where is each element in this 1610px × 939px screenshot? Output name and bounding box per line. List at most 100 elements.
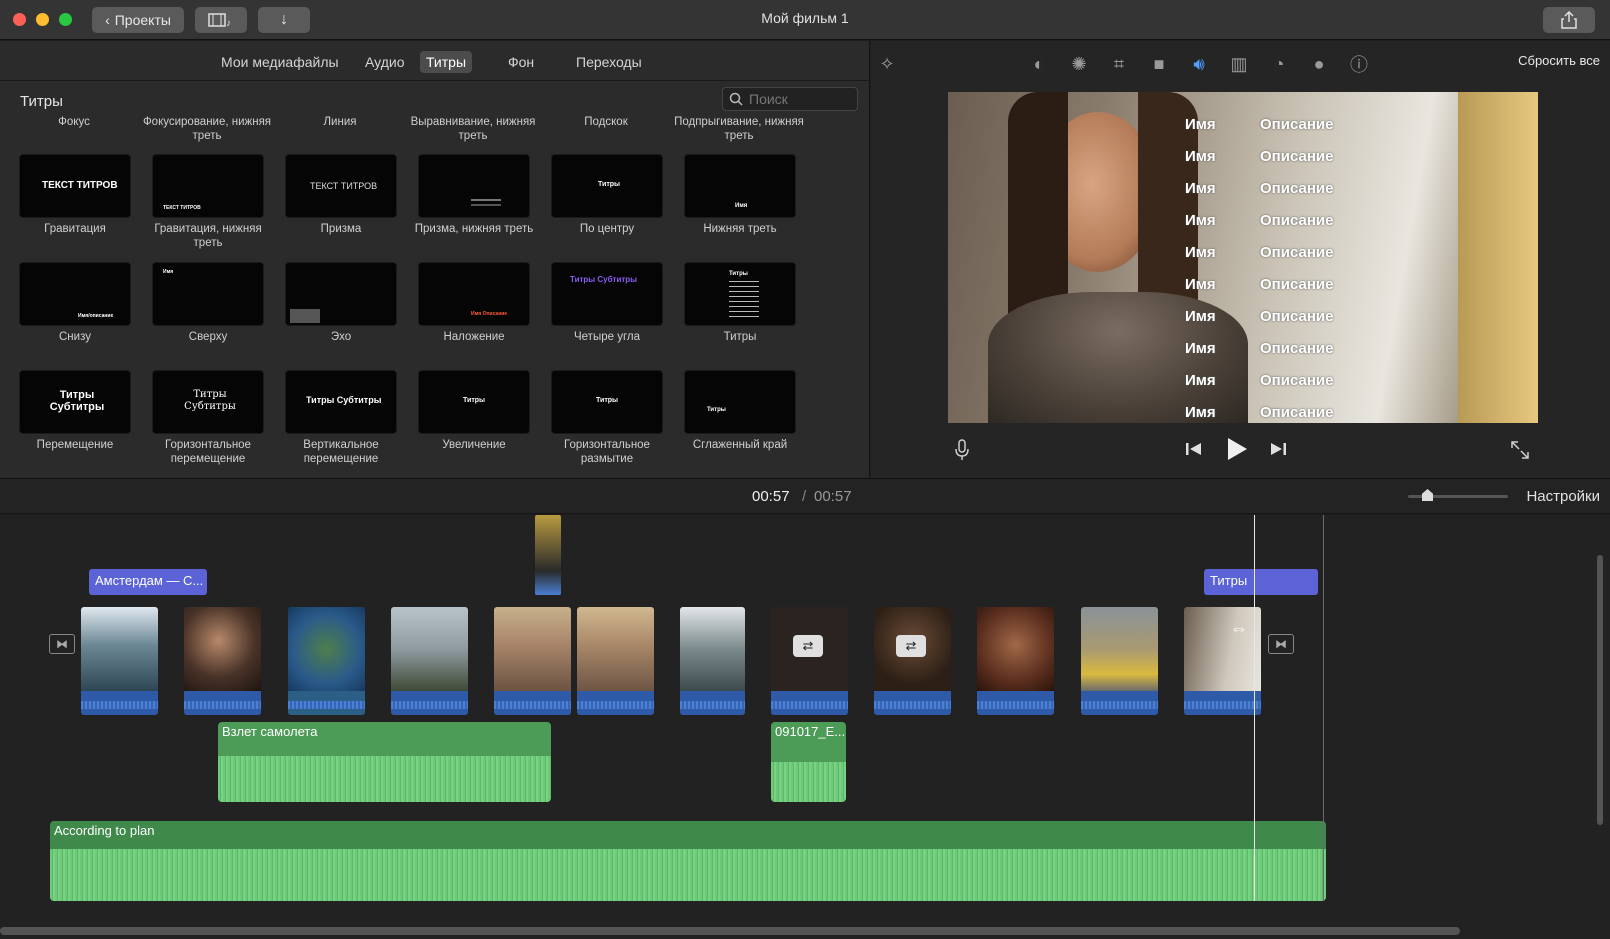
fullscreen-icon[interactable] xyxy=(1511,441,1529,464)
crop-icon[interactable]: ⌗ xyxy=(1107,52,1131,76)
playhead[interactable] xyxy=(1254,515,1255,901)
title-label: Горизонтальное перемещение xyxy=(165,439,251,465)
video-clip[interactable] xyxy=(494,607,571,715)
title-tile-gravity[interactable]: ТЕКСТ ТИТРОВ xyxy=(19,154,131,218)
viewer-panel: ✧ ◐ ✺ ⌗ ■ 🔊︎ ▥ ◔ ● ⓘ Сбросить все Имя Опи… xyxy=(871,41,1610,478)
tab-audio[interactable]: Аудио xyxy=(359,51,411,73)
title-tile-prism[interactable]: ТЕКСТ ТИТРОВ xyxy=(285,154,397,218)
time-bar: 00:57 / 00:57 Настройки xyxy=(0,478,1610,514)
title-tile-four-corners[interactable]: Титры Субтитры xyxy=(551,262,663,326)
video-clip[interactable] xyxy=(977,607,1054,715)
video-clip[interactable] xyxy=(1081,607,1158,715)
title-label: Эхо xyxy=(330,331,352,343)
microphone-icon[interactable] xyxy=(955,439,969,466)
speed-gauge-icon[interactable]: ◔ xyxy=(1267,52,1291,76)
title-label: Сглаженный край xyxy=(692,439,788,451)
skip-forward-icon[interactable] xyxy=(1269,441,1287,462)
color-palette-icon[interactable]: ✺ xyxy=(1067,52,1091,76)
video-clip-selected[interactable] xyxy=(1184,607,1261,715)
title-tile-zoom[interactable]: Титры xyxy=(418,370,530,434)
title-label: Четыре угла xyxy=(574,331,640,343)
equalizer-icon[interactable]: ▥ xyxy=(1227,52,1251,76)
title-tile-lower-third[interactable]: Имя xyxy=(684,154,796,218)
video-clip[interactable] xyxy=(184,607,261,715)
music-track[interactable]: According to plan xyxy=(50,821,1326,901)
video-overlay-icon[interactable]: ● xyxy=(1307,52,1331,76)
title-tile-echo[interactable] xyxy=(285,262,397,326)
resize-cursor-icon: ⇔ xyxy=(1230,618,1248,638)
titles-browser: Мои медиафайлы Аудио Титры Фон Переходы … xyxy=(0,41,870,478)
total-time: 00:57 xyxy=(814,488,852,505)
title-label: Фокус xyxy=(58,116,90,128)
audio-clip-091017[interactable]: 091017_E... xyxy=(771,722,846,802)
title-tile-bottom[interactable]: Имя/описание xyxy=(19,262,131,326)
speed-rabbit-icon: ⇄ xyxy=(896,635,926,657)
title-tile-vertical-move[interactable]: Титры Субтитры xyxy=(285,370,397,434)
video-clip[interactable] xyxy=(680,607,745,715)
video-clip[interactable] xyxy=(874,607,951,715)
video-preview: Имя Описание Имя Описание Имя Описание Имя О… xyxy=(948,92,1538,423)
play-icon[interactable] xyxy=(1226,437,1248,466)
end-marker xyxy=(1323,515,1324,901)
search-input[interactable]: Поиск xyxy=(722,87,858,111)
info-icon[interactable]: ⓘ xyxy=(1347,52,1371,76)
video-clip[interactable] xyxy=(288,607,365,715)
title-label: Подскок xyxy=(584,116,628,128)
skip-back-icon[interactable] xyxy=(1185,441,1203,462)
tab-transitions[interactable]: Переходы xyxy=(570,51,648,73)
title-tile-centered[interactable]: Титры xyxy=(551,154,663,218)
title-tile-soft-edge[interactable]: Титры xyxy=(684,370,796,434)
section-title: Титры xyxy=(20,93,63,110)
title-label: Гравитация xyxy=(44,223,106,235)
connected-clip[interactable] xyxy=(535,515,561,595)
title-tile-gravity-lower[interactable]: ТЕКСТ ТИТРОВ xyxy=(152,154,264,218)
magic-wand-icon[interactable]: ✧ xyxy=(875,52,899,76)
title-tile-overlay[interactable]: Имя Описание xyxy=(418,262,530,326)
tab-titles[interactable]: Титры xyxy=(420,51,473,73)
horizontal-scrollbar[interactable] xyxy=(0,927,1460,935)
time-separator: / xyxy=(802,488,807,505)
title-label: Нижняя треть xyxy=(703,223,777,235)
title-label: Горизонтальное размытие xyxy=(564,439,650,465)
volume-icon[interactable]: 🔊︎ xyxy=(1187,52,1211,76)
zoom-slider[interactable] xyxy=(1408,489,1508,501)
title-clip-amsterdam[interactable]: Амстердам — С... xyxy=(89,569,207,595)
title-label: Наложение xyxy=(443,331,505,343)
title-bar: ‹ Проекты ♪ ↓ Мой фильм 1 xyxy=(0,0,1610,40)
title-clip-titles[interactable]: Титры xyxy=(1204,569,1318,595)
title-label: Титры xyxy=(723,331,757,343)
title-label: Увеличение xyxy=(442,439,506,451)
title-tile-prism-lower[interactable] xyxy=(418,154,530,218)
title-label: Перемещение xyxy=(36,439,114,451)
share-button[interactable] xyxy=(1543,7,1595,33)
current-time: 00:57 xyxy=(752,488,790,505)
title-label: Вертикальное перемещение xyxy=(303,439,379,465)
tab-backgrounds[interactable]: Фон xyxy=(502,51,540,73)
color-balance-icon[interactable]: ◐ xyxy=(1027,52,1051,76)
speed-rabbit-icon: ⇄ xyxy=(793,635,823,657)
search-icon xyxy=(729,92,743,106)
video-clip[interactable] xyxy=(771,607,848,715)
video-clip[interactable] xyxy=(577,607,654,715)
title-tile-move[interactable]: Титры Субтитры xyxy=(19,370,131,434)
settings-button[interactable]: Настройки xyxy=(1526,488,1600,505)
transition-icon[interactable]: ⧓ xyxy=(49,634,75,654)
title-tile-credits[interactable]: Титры xyxy=(684,262,796,326)
reset-all-button[interactable]: Сбросить все xyxy=(1518,53,1600,68)
title-tile-horizontal-move[interactable]: Титры Субтитры xyxy=(152,370,264,434)
stabilization-camera-icon[interactable]: ■ xyxy=(1147,52,1171,76)
vertical-scrollbar[interactable] xyxy=(1597,555,1603,825)
audio-clip-takeoff[interactable]: Взлет самолета xyxy=(218,722,551,802)
search-placeholder: Поиск xyxy=(749,91,788,107)
video-clip[interactable] xyxy=(391,607,468,715)
title-tile-horizontal-blur[interactable]: Титры xyxy=(551,370,663,434)
video-clip[interactable] xyxy=(81,607,158,715)
zoom-slider-thumb[interactable] xyxy=(1422,489,1433,501)
title-tile-top[interactable]: Имя xyxy=(152,262,264,326)
title-label: По центру xyxy=(579,223,635,235)
title-label: Гравитация, нижняя треть xyxy=(154,223,262,249)
timeline: Амстердам — С... Титры ⧓ ⧓ ⇄ ⇄ ⇔ Взлет с… xyxy=(0,515,1610,939)
transition-icon[interactable]: ⧓ xyxy=(1268,634,1294,654)
tab-my-media[interactable]: Мои медиафайлы xyxy=(215,51,345,73)
title-label: Призма xyxy=(320,223,362,235)
